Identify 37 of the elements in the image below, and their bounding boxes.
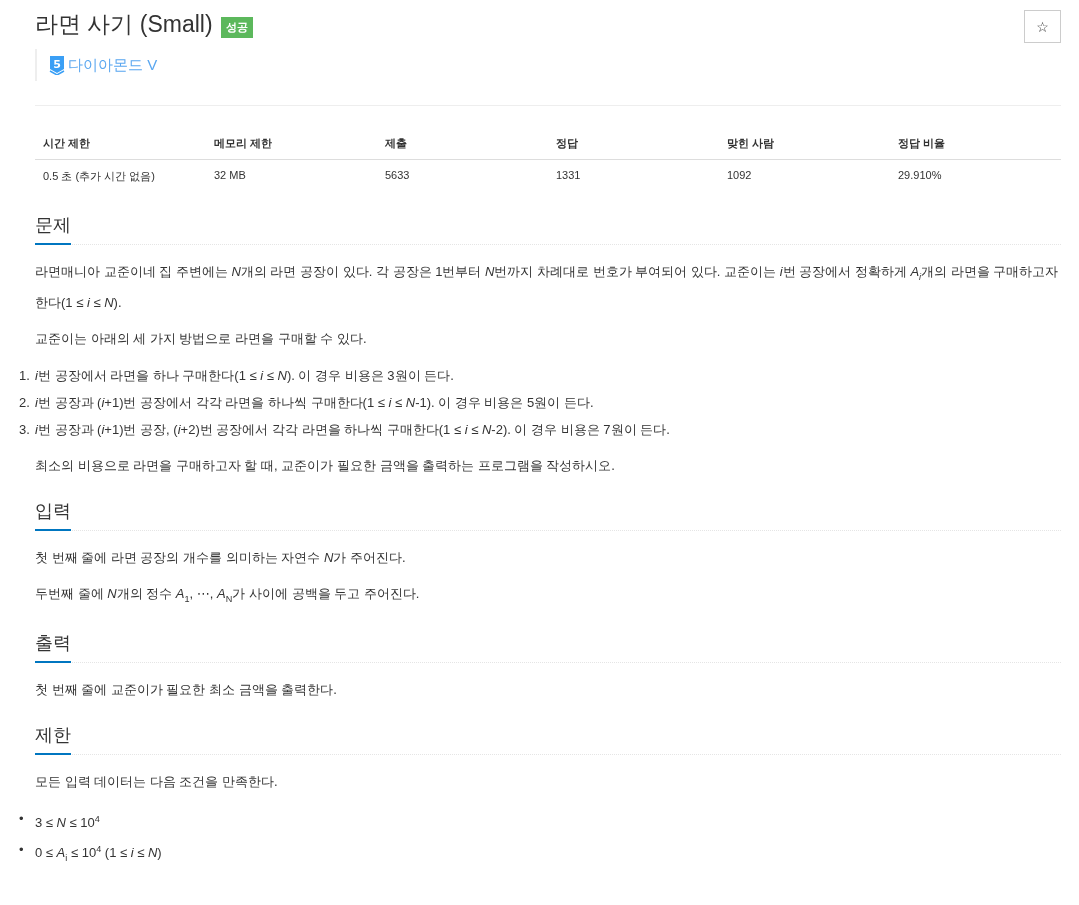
tier-badge-icon: 5 bbox=[49, 55, 65, 75]
column-header: 메모리 제한 bbox=[206, 128, 377, 160]
paragraph: 두번째 줄에 N개의 정수 A$_{1}$, ⋯, A$_{N}$가 사이에 공백을 두고 주어진다. bbox=[35, 584, 421, 606]
table-cell-text: 1331 bbox=[555, 168, 582, 183]
list-marker: 3. bbox=[18, 420, 31, 439]
table-cell-text: 1092 bbox=[726, 168, 753, 183]
list-item-text: 3 ≤ N ≤ 10$^{4}$ bbox=[35, 812, 100, 832]
list-item-text: i번 공장에서 라면을 하나 구매한다(1 ≤ i ≤ N). 이 경우 비용은 3원이 든다. bbox=[35, 366, 454, 385]
section-heading: 문제 bbox=[35, 213, 71, 245]
section-heading: 출력 bbox=[35, 631, 71, 664]
column-header: 시간 제한 bbox=[35, 128, 206, 160]
column-header: 정답 비율 bbox=[890, 128, 1061, 160]
paragraph: 교준이는 아래의 세 가지 방법으로 라면을 구매할 수 있다. bbox=[35, 329, 368, 348]
section-heading: 제한 bbox=[35, 723, 71, 756]
list-marker: 2. bbox=[18, 393, 31, 412]
column-header: 정답 bbox=[548, 128, 719, 160]
section-heading: 입력 bbox=[35, 498, 71, 531]
table-cell-text: 0.5 초 (추가 시간 없음) bbox=[42, 169, 156, 184]
paragraph: 첫 번째 줄에 라면 공장의 개수를 의미하는 자연수 N가 주어진다. bbox=[35, 548, 407, 567]
list-marker: 1. bbox=[18, 366, 31, 385]
list-marker: • bbox=[18, 840, 25, 859]
paragraph: 라면매니아 교준이네 집 주변에는 N개의 라면 공장이 있다. 각 공장은 1번부터 N번까지 차례대로 번호가 부여되어 있다. 교준이는 i번 공장에서 정확하게 A$_{i}$개의 라면을 구매하고자 한다(1 ≤ i ≤ N). bbox=[35, 263, 1060, 312]
paragraph: 모든 입력 데이터는 다음 조건을 만족한다. bbox=[35, 773, 279, 792]
result-badge: 성공 bbox=[220, 17, 253, 38]
list-item-text: i번 공장과 (i+1)번 공장, (i+2)번 공장에서 각각 라면을 하나씩 구매한다(1 ≤ i ≤ N-2). 이 경우 비용은 7원이 든다. bbox=[35, 420, 670, 439]
favorite-button[interactable]: ☆ bbox=[1024, 10, 1061, 43]
list-item-text: 0 ≤ A$_{i}$ ≤ 10$^{4}$ (1 ≤ i ≤ N) bbox=[35, 842, 162, 865]
column-header: 맞힌 사람 bbox=[719, 128, 890, 160]
table-cell-text: 29.910% bbox=[897, 168, 943, 183]
paragraph: 첫 번째 줄에 교준이가 필요한 최소 금액을 출력한다. bbox=[35, 681, 338, 700]
table-cell-text: 32 MB bbox=[213, 168, 247, 183]
list-marker: • bbox=[18, 810, 25, 829]
problem-title: 라면 사기 (Small) bbox=[35, 10, 213, 39]
list-item-text: i번 공장과 (i+1)번 공장에서 각각 라면을 하나씩 구매한다(1 ≤ i ≤ N-1). 이 경우 비용은 5원이 든다. bbox=[35, 393, 594, 412]
column-header: 제출 bbox=[377, 128, 548, 160]
table-cell-text: 5633 bbox=[384, 168, 411, 183]
paragraph: 최소의 비용으로 라면을 구매하고자 할 때, 교준이가 필요한 금액을 출력하는 프로그램을 작성하시오. bbox=[35, 456, 616, 475]
